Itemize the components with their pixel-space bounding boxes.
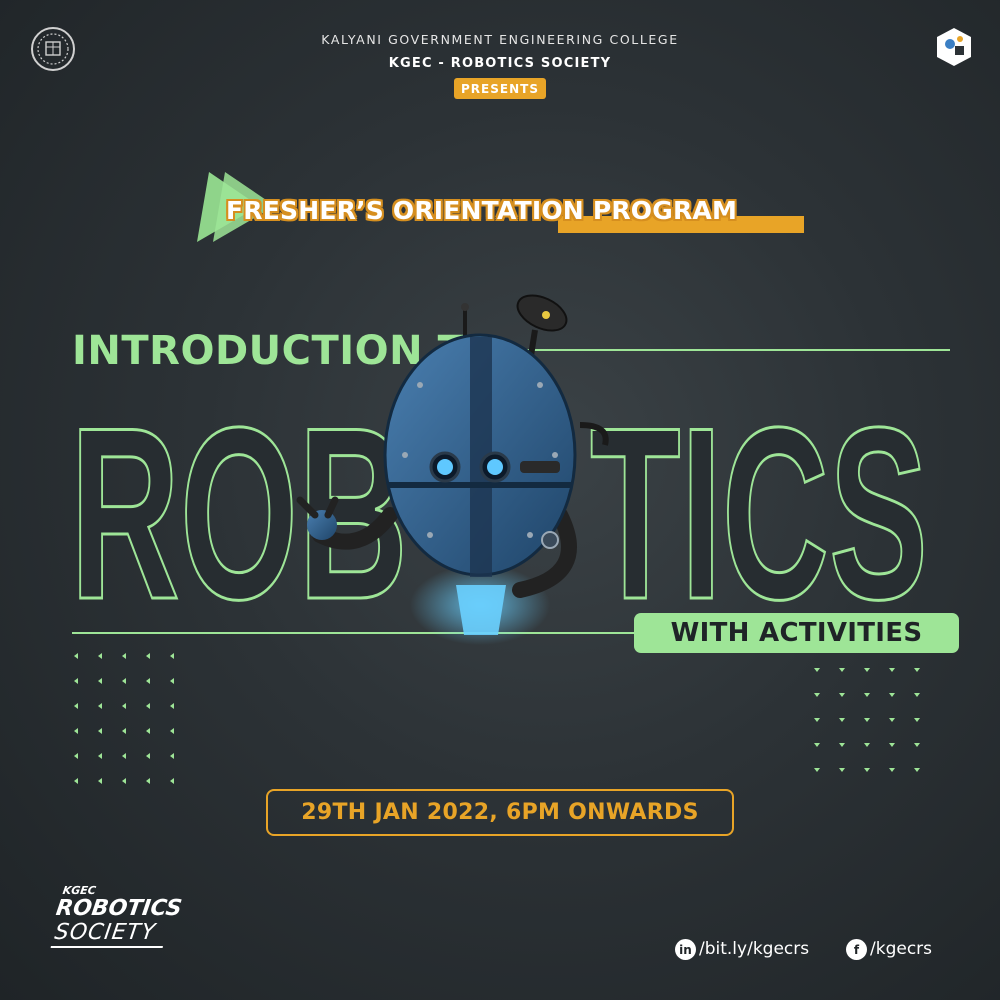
logo-robotics: ROBOTICS <box>54 896 184 921</box>
logo-society: SOCIETY <box>53 920 158 945</box>
robotics-title-right: TICS <box>590 376 928 650</box>
with-activities-badge: WITH ACTIVITIES <box>634 613 959 653</box>
decorative-dots-left <box>74 653 174 784</box>
society-logo: KGEC ROBOTICS SOCIETY <box>48 884 199 964</box>
facebook-icon[interactable]: f <box>846 939 867 960</box>
poster: KALYANI GOVERNMENT ENGINEERING COLLEGE K… <box>0 0 1000 1000</box>
logo-underline <box>50 946 163 948</box>
robot-illustration <box>296 294 609 645</box>
event-date: 29TH JAN 2022, 6PM ONWARDS <box>266 789 734 836</box>
linkedin-icon[interactable]: in <box>675 939 696 960</box>
decorative-dots-right <box>814 668 920 772</box>
linkedin-link[interactable]: /bit.ly/kgecrs <box>699 939 809 959</box>
facebook-link[interactable]: /kgecrs <box>870 939 932 959</box>
